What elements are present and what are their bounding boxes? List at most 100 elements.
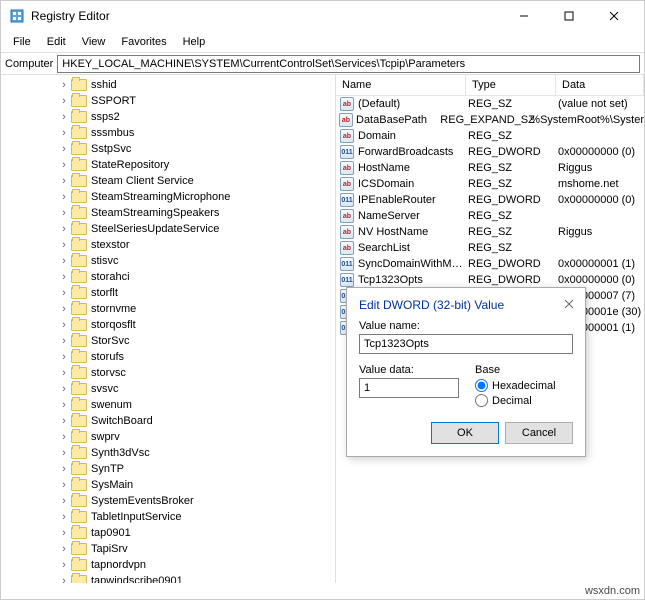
minimize-button[interactable] — [501, 1, 546, 31]
tree-item[interactable]: ›svsvc — [1, 381, 335, 397]
maximize-button[interactable] — [546, 1, 591, 31]
expand-icon[interactable]: › — [57, 447, 71, 459]
expand-icon[interactable]: › — [57, 223, 71, 235]
tree-item[interactable]: ›tapnordvpn — [1, 557, 335, 573]
tree-item[interactable]: ›tap0901 — [1, 525, 335, 541]
expand-icon[interactable]: › — [57, 79, 71, 91]
expand-icon[interactable]: › — [57, 239, 71, 251]
expand-icon[interactable]: › — [57, 319, 71, 331]
expand-icon[interactable]: › — [57, 367, 71, 379]
close-button[interactable] — [591, 1, 636, 31]
expand-icon[interactable]: › — [57, 191, 71, 203]
tree-item[interactable]: ›stisvc — [1, 253, 335, 269]
expand-icon[interactable]: › — [57, 335, 71, 347]
address-input[interactable] — [57, 55, 640, 73]
expand-icon[interactable]: › — [57, 271, 71, 283]
value-icon: 011 — [339, 257, 355, 271]
header-type[interactable]: Type — [466, 75, 556, 95]
value-name-input[interactable] — [359, 334, 573, 354]
expand-icon[interactable]: › — [57, 255, 71, 267]
expand-icon[interactable]: › — [57, 287, 71, 299]
tree-item[interactable]: ›SysMain — [1, 477, 335, 493]
dialog-close-button[interactable] — [559, 294, 579, 314]
table-row[interactable]: abDataBasePathREG_EXPAND_SZ%SystemRoot%\… — [336, 112, 644, 128]
tree-item[interactable]: ›SystemEventsBroker — [1, 493, 335, 509]
table-row[interactable]: abDomainREG_SZ — [336, 128, 644, 144]
expand-icon[interactable]: › — [57, 207, 71, 219]
radio-dec[interactable]: Decimal — [475, 394, 556, 407]
menu-favorites[interactable]: Favorites — [113, 34, 174, 50]
table-row[interactable]: abNameServerREG_SZ — [336, 208, 644, 224]
tree-item[interactable]: ›SSPORT — [1, 93, 335, 109]
tree-item[interactable]: ›stornvme — [1, 301, 335, 317]
table-row[interactable]: abSearchListREG_SZ — [336, 240, 644, 256]
expand-icon[interactable]: › — [57, 575, 71, 583]
table-row[interactable]: abICSDomainREG_SZmshome.net — [336, 176, 644, 192]
radio-hex-input[interactable] — [475, 379, 488, 392]
tree-item[interactable]: ›ssps2 — [1, 109, 335, 125]
expand-icon[interactable]: › — [57, 543, 71, 555]
tree-item[interactable]: ›SteamStreamingSpeakers — [1, 205, 335, 221]
expand-icon[interactable]: › — [57, 351, 71, 363]
tree-item[interactable]: ›Steam Client Service — [1, 173, 335, 189]
expand-icon[interactable]: › — [57, 463, 71, 475]
tree-item[interactable]: ›sshid — [1, 77, 335, 93]
expand-icon[interactable]: › — [57, 303, 71, 315]
header-name[interactable]: Name — [336, 75, 466, 95]
tree-item[interactable]: ›stexstor — [1, 237, 335, 253]
table-row[interactable]: abHostNameREG_SZRiggus — [336, 160, 644, 176]
tree-item[interactable]: ›SteelSeriesUpdateService — [1, 221, 335, 237]
tree-item[interactable]: ›Synth3dVsc — [1, 445, 335, 461]
menu-edit[interactable]: Edit — [39, 34, 74, 50]
expand-icon[interactable]: › — [57, 159, 71, 171]
expand-icon[interactable]: › — [57, 511, 71, 523]
table-row[interactable]: 011SyncDomainWithMembersh...REG_DWORD0x0… — [336, 256, 644, 272]
expand-icon[interactable]: › — [57, 127, 71, 139]
tree-item[interactable]: ›SwitchBoard — [1, 413, 335, 429]
menu-help[interactable]: Help — [175, 34, 214, 50]
tree-item[interactable]: ›storufs — [1, 349, 335, 365]
tree-item[interactable]: ›StorSvc — [1, 333, 335, 349]
tree-item[interactable]: ›SstpSvc — [1, 141, 335, 157]
cancel-button[interactable]: Cancel — [505, 422, 573, 444]
ok-button[interactable]: OK — [431, 422, 499, 444]
table-row[interactable]: 011IPEnableRouterREG_DWORD0x00000000 (0) — [336, 192, 644, 208]
expand-icon[interactable]: › — [57, 111, 71, 123]
tree-item[interactable]: ›storqosflt — [1, 317, 335, 333]
table-row[interactable]: 011ForwardBroadcastsREG_DWORD0x00000000 … — [336, 144, 644, 160]
tree-item[interactable]: ›SteamStreamingMicrophone — [1, 189, 335, 205]
expand-icon[interactable]: › — [57, 559, 71, 571]
tree-item[interactable]: ›TapiSrv — [1, 541, 335, 557]
expand-icon[interactable]: › — [57, 479, 71, 491]
tree-item[interactable]: ›swprv — [1, 429, 335, 445]
expand-icon[interactable]: › — [57, 399, 71, 411]
expand-icon[interactable]: › — [57, 415, 71, 427]
header-data[interactable]: Data — [556, 75, 644, 95]
table-row[interactable]: 011Tcp1323OptsREG_DWORD0x00000000 (0) — [336, 272, 644, 288]
tree-item[interactable]: ›swenum — [1, 397, 335, 413]
tree-view[interactable]: ›sshid›SSPORT›ssps2›sssmbus›SstpSvc›Stat… — [1, 75, 336, 583]
tree-item[interactable]: ›TabletInputService — [1, 509, 335, 525]
radio-dec-input[interactable] — [475, 394, 488, 407]
menu-file[interactable]: File — [5, 34, 39, 50]
tree-item[interactable]: ›StateRepository — [1, 157, 335, 173]
tree-item[interactable]: ›storvsc — [1, 365, 335, 381]
expand-icon[interactable]: › — [57, 95, 71, 107]
radio-hex[interactable]: Hexadecimal — [475, 379, 556, 392]
menu-view[interactable]: View — [74, 34, 114, 50]
expand-icon[interactable]: › — [57, 175, 71, 187]
cell-data: Riggus — [558, 226, 644, 238]
value-data-input[interactable] — [359, 378, 459, 398]
tree-item[interactable]: ›tapwindscribe0901 — [1, 573, 335, 583]
tree-item[interactable]: ›storflt — [1, 285, 335, 301]
tree-item[interactable]: ›storahci — [1, 269, 335, 285]
expand-icon[interactable]: › — [57, 383, 71, 395]
tree-item[interactable]: ›SynTP — [1, 461, 335, 477]
expand-icon[interactable]: › — [57, 431, 71, 443]
expand-icon[interactable]: › — [57, 527, 71, 539]
table-row[interactable]: abNV HostNameREG_SZRiggus — [336, 224, 644, 240]
expand-icon[interactable]: › — [57, 495, 71, 507]
table-row[interactable]: ab(Default)REG_SZ(value not set) — [336, 96, 644, 112]
tree-item[interactable]: ›sssmbus — [1, 125, 335, 141]
expand-icon[interactable]: › — [57, 143, 71, 155]
